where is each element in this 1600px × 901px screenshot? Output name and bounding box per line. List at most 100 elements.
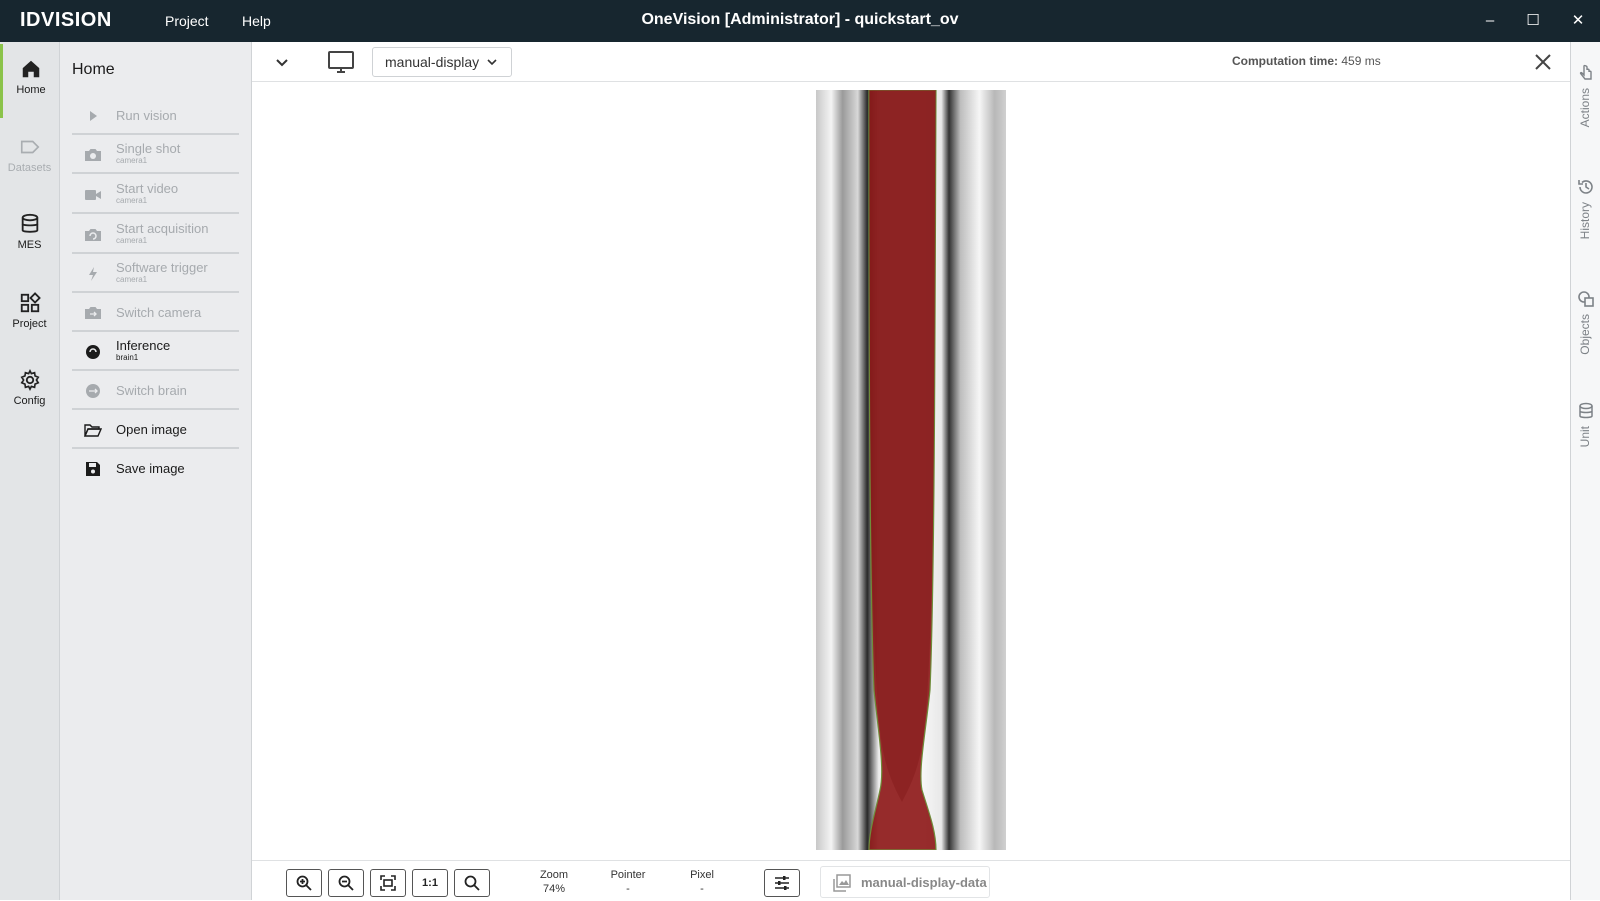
rail-item-project[interactable]: Project [0, 278, 59, 352]
sliders-icon [775, 876, 789, 890]
right-rail: Actions History Objects Unit [1570, 42, 1600, 900]
rail-item-mes[interactable]: MES [0, 199, 59, 273]
item-sublabel: camera1 [116, 275, 148, 284]
window-title-wrap: OneVision [Administrator] - quickstart_o… [0, 11, 1600, 29]
viewer-statusbar: 1:1 Zoom 74% Pointer - Pixel - manual-di… [252, 860, 1570, 900]
rail-item-config[interactable]: Config [0, 355, 59, 429]
item-label: Switch camera [116, 305, 202, 320]
search-button[interactable] [454, 869, 490, 897]
lightning-icon [89, 267, 97, 281]
display-toolbar: manual-display Computation time: 459 ms [252, 42, 1570, 82]
rail-label: MES [17, 239, 42, 251]
actual-size-button[interactable]: 1:1 [412, 869, 448, 897]
item-sublabel: camera1 [116, 236, 148, 245]
actions-tab[interactable]: Actions [1571, 64, 1600, 144]
nav-rail: Home Datasets MES Project Config [0, 42, 60, 900]
chevron-down-icon[interactable] [272, 52, 292, 72]
home-icon [22, 60, 40, 78]
pointer-readout: Pointer - [598, 869, 658, 895]
run-vision-button[interactable]: Run vision [72, 97, 239, 135]
inference-button[interactable]: Inference brain1 [72, 333, 239, 371]
item-sublabel: camera1 [116, 196, 148, 205]
pointer-label: Pointer [610, 869, 646, 881]
panel-title: Home [72, 61, 115, 78]
maximize-button[interactable]: ☐ [1520, 8, 1546, 34]
display-select[interactable]: manual-display [372, 47, 512, 77]
chevron-down-icon [487, 59, 497, 66]
history-icon [1578, 180, 1593, 194]
objects-icon [1578, 291, 1594, 307]
single-shot-button[interactable]: Single shot camera1 [72, 136, 239, 174]
rail-label: Datasets [7, 162, 52, 174]
camera-icon [85, 149, 101, 161]
item-label: Save image [116, 461, 185, 476]
item-label: Switch brain [116, 383, 187, 398]
zoom-value: 74% [542, 883, 566, 895]
rail-tab-label: History [1578, 202, 1592, 240]
rail-item-home[interactable]: Home [0, 44, 59, 118]
zoom-out-icon [338, 875, 354, 891]
rail-label: Config [13, 395, 46, 407]
rail-tab-label: Actions [1578, 88, 1592, 128]
switch-brain-icon [86, 384, 100, 398]
item-label: Inference [116, 338, 171, 353]
software-trigger-button[interactable]: Software trigger camera1 [72, 255, 239, 293]
image-viewer[interactable] [252, 82, 1570, 860]
close-icon[interactable] [1532, 51, 1554, 73]
rail-label: Project [12, 318, 47, 330]
minimize-button[interactable]: – [1477, 8, 1503, 34]
objects-tab[interactable]: Objects [1571, 290, 1600, 370]
window-title: OneVision [Administrator] - quickstart_o… [641, 11, 959, 28]
computation-time-label: Computation time: [1232, 54, 1338, 68]
rail-item-datasets[interactable]: Datasets [0, 122, 59, 196]
open-image-button[interactable]: Open image [72, 411, 239, 449]
item-label: Start video [116, 181, 179, 196]
rail-tab-label: Unit [1578, 426, 1592, 448]
rail-label: Home [16, 84, 46, 96]
segmentation-shading [869, 90, 936, 802]
video-icon [85, 190, 101, 200]
unit-tab[interactable]: Unit [1571, 402, 1600, 482]
menu-help[interactable]: Help [242, 13, 271, 29]
fit-to-window-button[interactable] [370, 869, 406, 897]
display-data-label: manual-display-data [861, 875, 987, 890]
display-data-button[interactable]: manual-display-data [820, 866, 990, 898]
display-settings-button[interactable] [764, 869, 800, 897]
tag-icon [20, 140, 39, 154]
menu-project[interactable]: Project [165, 13, 209, 29]
acquisition-icon [85, 229, 101, 241]
history-tab[interactable]: History [1571, 178, 1600, 258]
switch-brain-button[interactable]: Switch brain [72, 372, 239, 410]
database-icon [21, 213, 38, 233]
zoom-in-icon [296, 875, 312, 891]
fit-screen-icon [380, 875, 396, 891]
grid-icon [20, 292, 41, 313]
close-window-button[interactable]: ✕ [1565, 8, 1591, 34]
computation-time-value: 459 ms [1341, 54, 1381, 68]
pixel-readout: Pixel - [672, 869, 732, 895]
start-acquisition-button[interactable]: Start acquisition camera1 [72, 216, 239, 254]
brain-icon [86, 345, 100, 359]
zoom-in-button[interactable] [286, 869, 322, 897]
app-logo: IDVISION [20, 9, 112, 31]
monitor-icon[interactable] [328, 50, 354, 74]
save-image-button[interactable]: Save image [72, 450, 239, 488]
play-icon [90, 111, 97, 121]
switch-camera-button[interactable]: Switch camera [72, 294, 239, 332]
zoom-out-button[interactable] [328, 869, 364, 897]
rail-tab-label: Objects [1578, 314, 1592, 355]
item-sublabel: brain1 [116, 353, 139, 362]
switch-camera-icon [85, 307, 101, 319]
item-sublabel: camera1 [116, 156, 148, 165]
home-panel: Home Run vision Single shot camera1 Star… [60, 42, 252, 900]
unit-icon [1579, 402, 1593, 419]
zoom-readout: Zoom 74% [524, 869, 584, 895]
item-label: Software trigger [116, 260, 208, 275]
computation-time: Computation time: 459 ms [1232, 54, 1381, 68]
pixel-label: Pixel [690, 869, 714, 881]
inspection-image[interactable] [816, 90, 1006, 850]
item-label: Start acquisition [116, 221, 209, 236]
title-bar: IDVISION Project Help OneVision [Adminis… [0, 0, 1600, 42]
gear-icon [20, 369, 39, 391]
start-video-button[interactable]: Start video camera1 [72, 176, 239, 214]
